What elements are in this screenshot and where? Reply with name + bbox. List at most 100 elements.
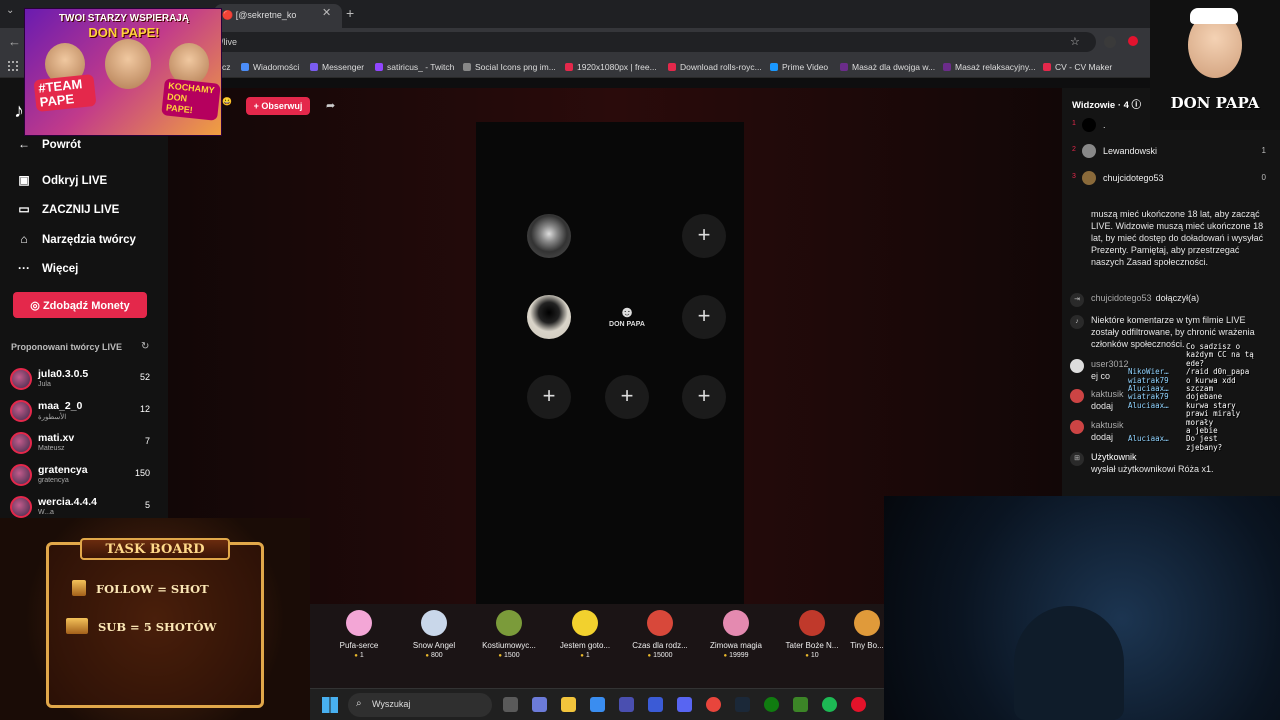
url-field[interactable]: 7/live — [200, 32, 1096, 52]
avatar — [10, 496, 32, 518]
task-sub: SUB = 5 SHOTÓW — [66, 618, 216, 634]
chat-rules-message: muszą mieć ukończone 18 lat, aby zacząć … — [1091, 209, 1264, 267]
nav-creator-tools[interactable]: ⌂ Narzędzia twórcy — [16, 232, 136, 246]
add-guest-slot[interactable]: + — [682, 375, 726, 419]
bookmark-item[interactable]: Masaż relaksacyjny... — [943, 62, 1036, 72]
extension-record-icon[interactable] — [1128, 36, 1138, 46]
add-guest-slot[interactable]: + — [527, 375, 571, 419]
avatar — [1070, 359, 1084, 373]
bookmark-item[interactable]: satiricus_ - Twitch — [375, 62, 454, 72]
gift-icon — [799, 610, 825, 636]
taskbar-search[interactable]: ⌕ Wyszukaj — [348, 693, 492, 717]
tiktok-logo[interactable]: ♪ — [14, 100, 24, 123]
bookmark-favicon-icon — [241, 63, 249, 71]
file-explorer-icon[interactable] — [561, 697, 576, 712]
search-icon: ⌕ — [356, 698, 362, 709]
app-l-icon[interactable] — [648, 697, 663, 712]
suggested-creator-item[interactable]: gratencya gratencya 150 — [10, 462, 152, 492]
bookmark-item[interactable]: Masaż dla dwojga w... — [840, 62, 935, 72]
opera-icon[interactable] — [851, 697, 866, 712]
app-icon[interactable] — [619, 697, 634, 712]
avatar — [1082, 118, 1096, 132]
gift-icon — [723, 610, 749, 636]
video-camera-icon: ▭ — [18, 202, 30, 216]
back-arrow-icon[interactable]: ← — [8, 34, 21, 49]
nav-more[interactable]: ··· Więcej — [16, 261, 78, 275]
bookmark-item[interactable]: Download rolls-royc... — [668, 62, 762, 72]
gift-item[interactable]: Snow Angel800 — [397, 610, 471, 659]
avatar — [10, 464, 32, 486]
xbox-icon[interactable] — [764, 697, 779, 712]
tab-title: 🔴 [@sekretne_ko — [222, 10, 297, 20]
guest-avatar-don-papa[interactable]: ☻ DON PAPA — [605, 295, 649, 339]
gift-item[interactable]: Jestem goto...1 — [548, 610, 622, 659]
copilot-icon[interactable] — [532, 697, 547, 712]
gift-item[interactable]: Kostiumowyc...1500 — [472, 610, 546, 659]
webcam-feed — [884, 496, 1280, 720]
bookmark-item[interactable]: CV - CV Maker — [1043, 62, 1112, 72]
bookmark-star-icon[interactable]: ☆ — [1070, 35, 1080, 48]
bookmark-item[interactable]: Prime Video — [770, 62, 828, 72]
multi-guest-stage — [476, 122, 744, 604]
steam-icon[interactable] — [735, 697, 750, 712]
windows-start-icon[interactable] — [322, 697, 338, 713]
minecraft-icon[interactable] — [793, 697, 808, 712]
chrome-icon[interactable] — [706, 697, 721, 712]
task-follow: FOLLOW = SHOT — [72, 580, 209, 596]
chat-join-event: ⇥ chujcidotego53 dołączył(a) — [1068, 292, 1274, 307]
add-guest-slot[interactable]: + — [682, 214, 726, 258]
bookmark-favicon-icon — [840, 63, 848, 71]
gift-icon — [647, 610, 673, 636]
share-icon[interactable]: ➦ — [326, 99, 335, 112]
bookmark-item[interactable]: 1920x1080px | free... — [565, 62, 657, 72]
nav-discover-live[interactable]: ▣ Odkryj LIVE — [16, 173, 107, 187]
get-coins-button[interactable]: ◎ Zdobądź Monety — [13, 292, 147, 318]
bookmark-item[interactable]: Messenger — [310, 62, 364, 72]
streamer-silhouette — [1014, 606, 1124, 720]
apps-grid-icon[interactable] — [8, 61, 18, 71]
avatar — [1070, 420, 1084, 434]
gift-icon: ⊞ — [1070, 452, 1084, 466]
gift-item[interactable]: Zimowa magia19999 — [699, 610, 773, 659]
extension-icon[interactable] — [1104, 36, 1116, 48]
close-icon[interactable]: ✕ — [322, 6, 331, 19]
suggested-creators-title: Proponowani twórcy LIVE — [11, 342, 123, 352]
gift-item[interactable]: Tater Boże N...10 — [775, 610, 849, 659]
new-tab-icon[interactable]: + — [346, 5, 354, 21]
spotify-icon[interactable] — [822, 697, 837, 712]
task-view-icon[interactable] — [503, 697, 518, 712]
messenger-icon — [310, 63, 318, 71]
gift-icon — [572, 610, 598, 636]
top-viewer-row[interactable]: 2 Lewandowski 1 — [1072, 144, 1268, 162]
discord-icon[interactable] — [677, 697, 692, 712]
gift-item[interactable]: Pufa-serce1 — [322, 610, 396, 659]
follow-button[interactable]: + Obserwuj — [246, 97, 310, 115]
don-papa-logo: DON PAPA — [1150, 0, 1280, 130]
gift-item[interactable]: Czas dla rodz...15000 — [623, 610, 697, 659]
face-illustration-icon — [105, 39, 151, 89]
gift-icon — [496, 610, 522, 636]
viewers-title[interactable]: Widzowie · 4 ⓘ — [1072, 97, 1141, 111]
overlay-chat-line: zjebany? — [1186, 442, 1223, 452]
refresh-icon[interactable]: ↻ — [141, 341, 149, 352]
top-viewer-row[interactable]: 3 chujcidotego53 0 — [1072, 171, 1268, 189]
shot-glass-icon — [72, 580, 86, 596]
back-link[interactable]: ← Powrót — [16, 137, 81, 151]
bookmark-item[interactable]: Wiadomości — [241, 62, 299, 72]
bookmark-item[interactable]: cz — [222, 62, 231, 72]
more-dots-icon: ··· — [18, 261, 30, 275]
store-icon[interactable] — [590, 697, 605, 712]
suggested-creator-item[interactable]: maa_2_0 الأسطورة 12 — [10, 398, 152, 428]
tab-search-icon[interactable]: ⌄ — [6, 5, 14, 16]
guest-avatar[interactable] — [527, 295, 571, 339]
add-guest-slot[interactable]: + — [605, 375, 649, 419]
guest-avatar[interactable] — [527, 214, 571, 258]
suggested-creator-item[interactable]: jula0.3.0.5 Jula 52 — [10, 366, 152, 396]
chef-hat-icon — [1190, 8, 1238, 24]
nav-start-live[interactable]: ▭ ZACZNIJ LIVE — [16, 202, 119, 216]
suggested-creator-item[interactable]: mati.xv Mateusz 7 — [10, 430, 152, 460]
bookmark-item[interactable]: Social Icons png im... — [463, 62, 556, 72]
shot-glasses-icon — [66, 618, 88, 634]
add-guest-slot[interactable]: + — [682, 295, 726, 339]
gift-item[interactable]: Tiny Bo... — [850, 610, 884, 650]
